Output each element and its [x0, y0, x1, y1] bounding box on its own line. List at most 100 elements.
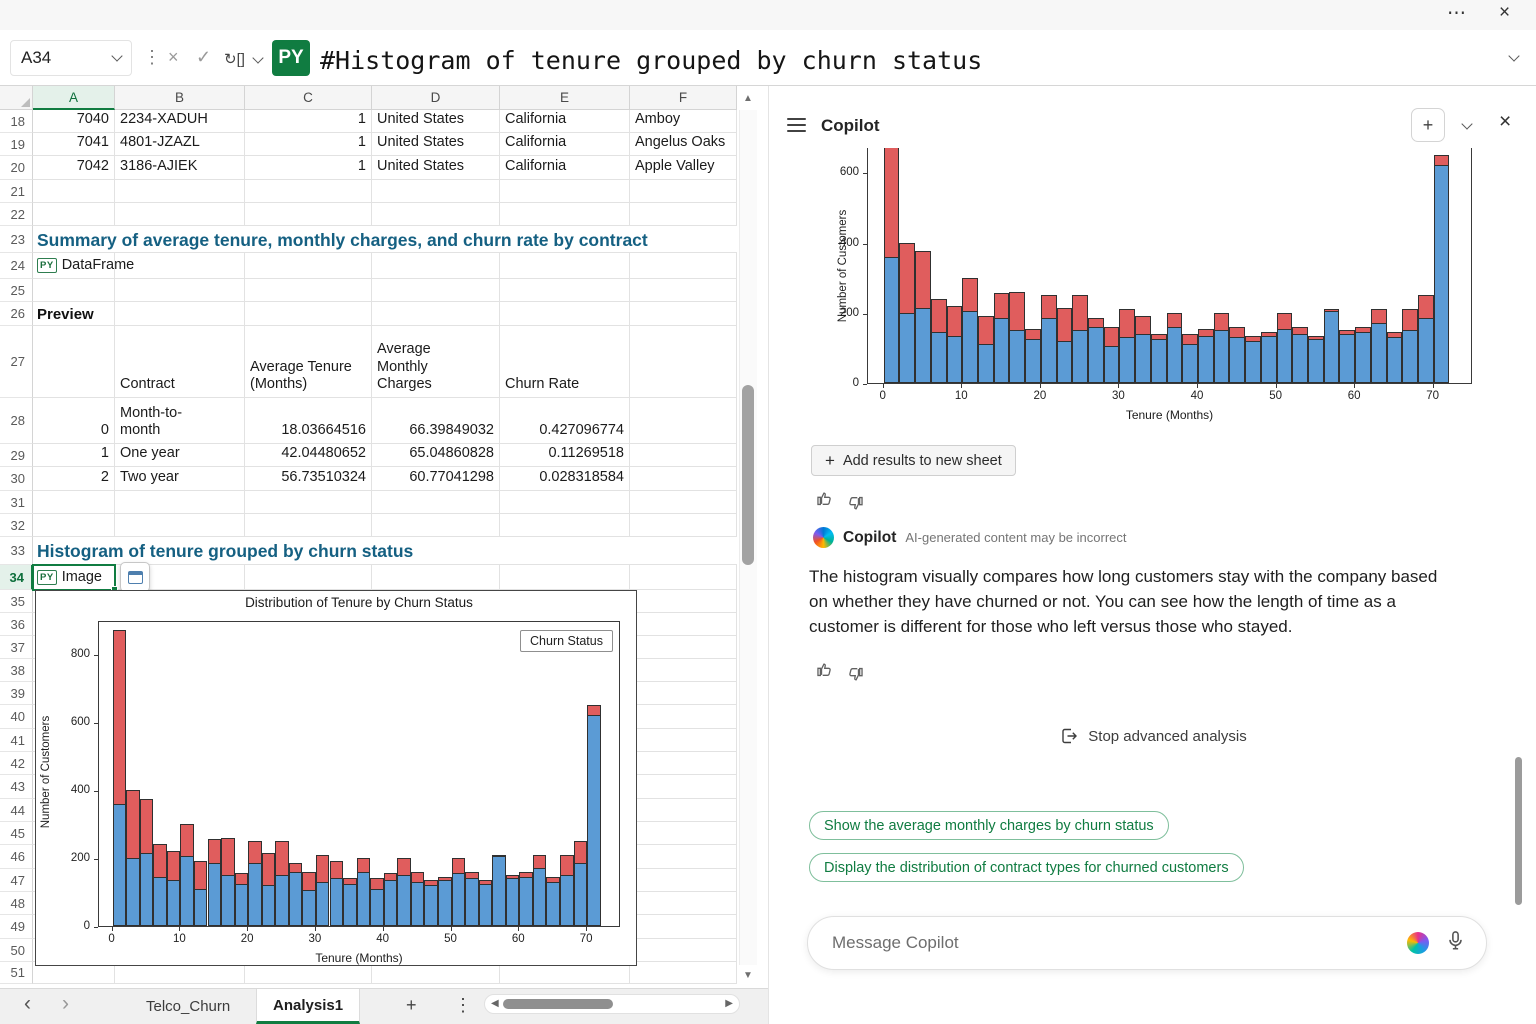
grid-cell-A29[interactable]: 1: [33, 444, 115, 467]
grid-cell-F18[interactable]: Amboy: [630, 110, 737, 133]
row-header-49[interactable]: 49: [0, 915, 33, 939]
row-header-24[interactable]: 24: [0, 253, 33, 279]
thumbs-up-icon[interactable]: [815, 489, 834, 513]
close-pane-icon[interactable]: ×: [1499, 110, 1511, 134]
grid-cell-B31[interactable]: [115, 491, 245, 514]
grid-cell-B19[interactable]: 4801-JZAZL: [115, 133, 245, 156]
row-header-33[interactable]: 33: [0, 537, 33, 565]
row-header-23[interactable]: 23: [0, 226, 33, 253]
grid-cell-E31[interactable]: [500, 491, 630, 514]
grid-cell-A21[interactable]: [33, 180, 115, 203]
row-header-40[interactable]: 40: [0, 705, 33, 729]
grid-cell-A19[interactable]: 7041: [33, 133, 115, 156]
message-copilot-input[interactable]: [832, 933, 1407, 953]
python-card-icon[interactable]: [120, 562, 150, 592]
grid-cell-F31[interactable]: [630, 491, 737, 514]
python-object-icon[interactable]: ↻[]: [224, 50, 245, 68]
grid-cell-B26[interactable]: [115, 302, 245, 326]
row-header-35[interactable]: 35: [0, 590, 33, 613]
name-box[interactable]: A34: [10, 40, 132, 76]
grid-cell-B30[interactable]: Two year: [115, 467, 245, 491]
grid-cell-F42[interactable]: [630, 752, 737, 775]
grid-cell-C32[interactable]: [245, 514, 372, 537]
grid-cell-F32[interactable]: [630, 514, 737, 537]
grid-cell-F37[interactable]: [630, 636, 737, 659]
grid-cell-B22[interactable]: [115, 203, 245, 226]
grid-cell-F21[interactable]: [630, 180, 737, 203]
menu-icon[interactable]: [787, 114, 806, 136]
column-header-C[interactable]: C: [245, 86, 372, 110]
add-sheet-icon[interactable]: +: [406, 995, 417, 1016]
row-header-34[interactable]: 34: [0, 565, 33, 590]
select-all-corner[interactable]: [0, 86, 33, 110]
row-header-28[interactable]: 28: [0, 398, 33, 444]
grid-cell-C21[interactable]: [245, 180, 372, 203]
row-header-42[interactable]: 42: [0, 752, 33, 775]
grid-cell-E27[interactable]: Churn Rate: [500, 326, 630, 398]
row-header-31[interactable]: 31: [0, 491, 33, 514]
row-header-20[interactable]: 20: [0, 156, 33, 180]
grid-cell-C29[interactable]: 42.04480652: [245, 444, 372, 467]
grid-cell-F35[interactable]: [630, 590, 737, 613]
grid-cell-D34[interactable]: [372, 565, 500, 590]
grid-cell-F48[interactable]: [630, 892, 737, 915]
grid-cell-F19[interactable]: Angelus Oaks: [630, 133, 737, 156]
sheet-tab-telco-churn[interactable]: Telco_Churn: [132, 989, 244, 1024]
grid-cell-B29[interactable]: One year: [115, 444, 245, 467]
grid-cell-B32[interactable]: [115, 514, 245, 537]
row-header-18[interactable]: 18: [0, 110, 33, 133]
suggestion-pill[interactable]: Show the average monthly charges by chur…: [809, 811, 1169, 840]
grid-cell-E18[interactable]: California: [500, 110, 630, 133]
suggestion-pill[interactable]: Display the distribution of contract typ…: [809, 853, 1244, 882]
grid-cell-D20[interactable]: United States: [372, 156, 500, 180]
grid-cell-F43[interactable]: [630, 775, 737, 799]
new-chat-icon[interactable]: +: [1411, 108, 1445, 142]
grid-cell-F36[interactable]: [630, 613, 737, 636]
grid-cell-D31[interactable]: [372, 491, 500, 514]
row-header-30[interactable]: 30: [0, 467, 33, 491]
thumbs-down-icon[interactable]: [846, 660, 865, 684]
stop-advanced-analysis[interactable]: Stop advanced analysis: [769, 726, 1536, 746]
collapse-pane-icon[interactable]: [1461, 118, 1472, 129]
grid-cell-E29[interactable]: 0.11269518: [500, 444, 630, 467]
sheet-options-icon[interactable]: ⋮: [454, 995, 472, 1016]
grid-cell-D22[interactable]: [372, 203, 500, 226]
column-header-D[interactable]: D: [372, 86, 500, 110]
grid-cell-C27[interactable]: Average Tenure (Months): [245, 326, 372, 398]
grid-cell-F34[interactable]: [630, 565, 737, 590]
row-header-46[interactable]: 46: [0, 845, 33, 869]
row-header-21[interactable]: 21: [0, 180, 33, 203]
grid-cell-C26[interactable]: [245, 302, 372, 326]
grid-cell-E22[interactable]: [500, 203, 630, 226]
grid-cell-B18[interactable]: 2234-XADUH: [115, 110, 245, 133]
grid-cell-B25[interactable]: [115, 279, 245, 302]
scroll-up-arrow[interactable]: ▲: [739, 88, 757, 108]
pane-scrollbar-thumb[interactable]: [1515, 757, 1522, 905]
grid-cell-D24[interactable]: [372, 253, 500, 279]
grid-cell-F22[interactable]: [630, 203, 737, 226]
column-header-B[interactable]: B: [115, 86, 245, 110]
grid-cell-E25[interactable]: [500, 279, 630, 302]
sheet-tab-analysis1[interactable]: Analysis1: [256, 989, 360, 1024]
horizontal-scrollbar[interactable]: ◀ ▶: [484, 994, 740, 1014]
grid-cell-F49[interactable]: [630, 915, 737, 939]
grid-cell-C31[interactable]: [245, 491, 372, 514]
chevron-down-icon[interactable]: [252, 52, 263, 63]
grid-cell-B20[interactable]: 3186-AJIEK: [115, 156, 245, 180]
grid-cell-F39[interactable]: [630, 682, 737, 705]
formula-input[interactable]: #Histogram of tenure grouped by churn st…: [320, 46, 982, 75]
thumbs-up-icon[interactable]: [815, 660, 834, 684]
scroll-left-arrow[interactable]: ◀: [491, 998, 499, 1009]
vertical-scrollbar-thumb[interactable]: [742, 385, 754, 565]
message-copilot-box[interactable]: [807, 916, 1487, 970]
row-header-48[interactable]: 48: [0, 892, 33, 915]
grid-cell-F51[interactable]: [630, 962, 737, 984]
grid-cell-F45[interactable]: [630, 822, 737, 845]
grid-cell-A30[interactable]: 2: [33, 467, 115, 491]
next-sheet-icon[interactable]: ›: [62, 992, 69, 1016]
kebab-icon[interactable]: ⋮: [143, 47, 161, 68]
column-header-F[interactable]: F: [630, 86, 737, 110]
row-header-38[interactable]: 38: [0, 659, 33, 682]
row-header-44[interactable]: 44: [0, 799, 33, 822]
row-header-26[interactable]: 26: [0, 302, 33, 326]
